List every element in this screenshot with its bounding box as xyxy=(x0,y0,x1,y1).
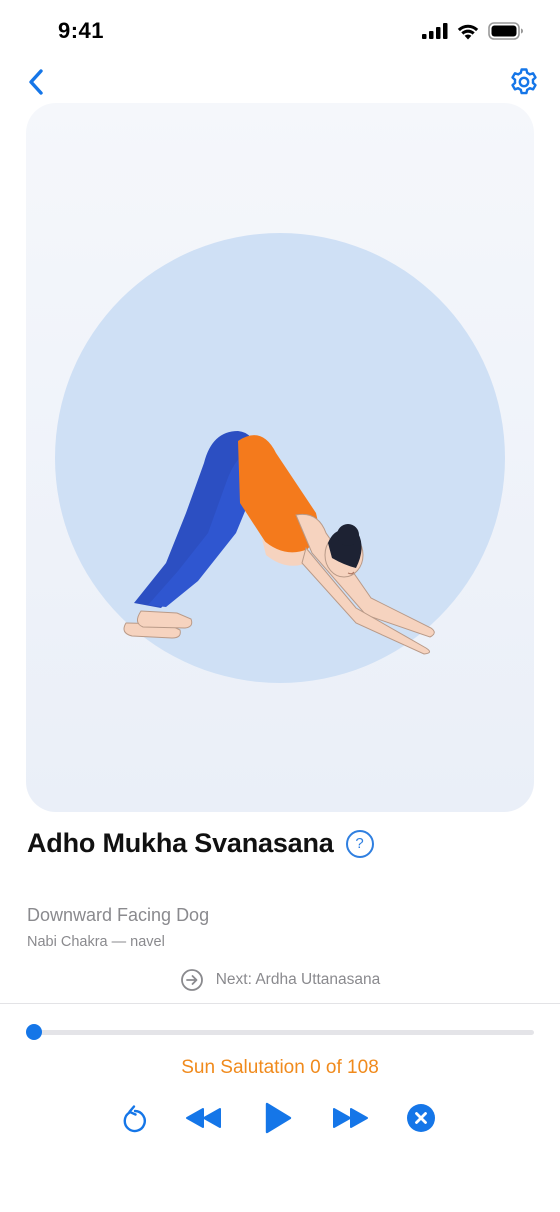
progress-knob[interactable] xyxy=(26,1024,42,1040)
stop-button[interactable] xyxy=(404,1098,438,1138)
pose-sanskrit-name: Adho Mukha Svanasana xyxy=(27,828,334,858)
rewind-icon xyxy=(186,1108,221,1128)
help-button[interactable]: ? xyxy=(345,829,374,858)
play-button[interactable] xyxy=(260,1098,296,1138)
next-pose-label: Next: Ardha Uttanasana xyxy=(215,971,381,988)
status-icons xyxy=(422,22,524,40)
pose-chakra: Nabi Chakra — navel xyxy=(27,934,165,950)
cellular-signal-icon xyxy=(422,23,448,39)
question-mark-icon: ? xyxy=(355,835,364,852)
status-bar: 9:41 xyxy=(0,0,560,64)
pose-card xyxy=(26,103,534,812)
pose-title-row: Adho Mukha Svanasana ? xyxy=(27,828,374,859)
gear-icon xyxy=(511,68,537,95)
status-time: 9:41 xyxy=(58,18,105,43)
play-icon xyxy=(265,1102,292,1134)
restart-icon xyxy=(123,1105,146,1133)
settings-button[interactable] xyxy=(508,66,540,98)
progress-slider[interactable] xyxy=(26,1024,534,1040)
fast-forward-button[interactable] xyxy=(328,1098,372,1138)
fast-forward-icon xyxy=(333,1108,368,1128)
back-button[interactable] xyxy=(20,66,52,98)
playback-controls xyxy=(0,1098,560,1138)
battery-icon xyxy=(488,22,523,40)
next-pose-link[interactable]: Next: Ardha Uttanasana xyxy=(0,968,560,992)
wifi-icon xyxy=(457,24,479,39)
pose-illustration xyxy=(123,431,435,655)
rewind-button[interactable] xyxy=(182,1098,226,1138)
divider xyxy=(0,1003,560,1004)
chevron-left-icon xyxy=(29,69,43,95)
arrow-right-circle-icon xyxy=(180,969,203,991)
session-progress-label: Sun Salutation 0 of 108 xyxy=(181,1057,379,1078)
restart-button[interactable] xyxy=(118,1098,152,1138)
close-circle-icon xyxy=(407,1104,435,1132)
pose-english-name: Downward Facing Dog xyxy=(27,905,210,925)
